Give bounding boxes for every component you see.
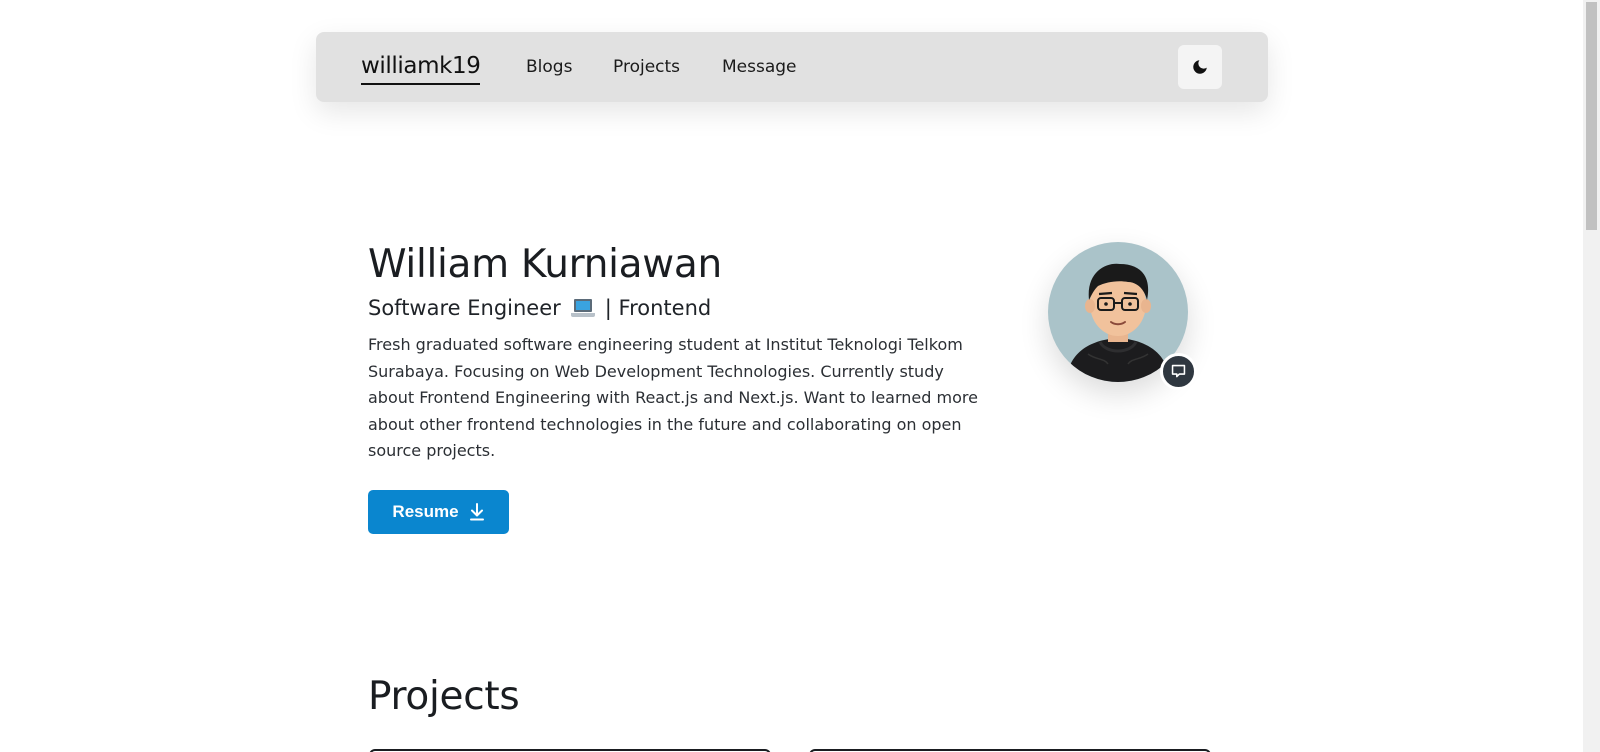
avatar-container (1048, 242, 1197, 390)
vertical-scrollbar[interactable] (1583, 0, 1600, 752)
navbar: williamk19 Blogs Projects Message (316, 32, 1268, 102)
hero-subtitle-focus: | Frontend (604, 296, 712, 320)
hero-name: William Kurniawan (368, 242, 722, 287)
download-icon (469, 503, 484, 521)
scrollbar-thumb[interactable] (1586, 2, 1597, 230)
nav-link-message[interactable]: Message (722, 56, 797, 78)
nav-link-blogs[interactable]: Blogs (526, 56, 572, 78)
hero-subtitle-role: Software Engineer (368, 296, 561, 320)
theme-toggle-button[interactable] (1178, 45, 1222, 89)
resume-button-label: Resume (392, 502, 459, 521)
page: williamk19 Blogs Projects Message Willia… (0, 0, 1600, 752)
brand-link[interactable]: williamk19 (361, 52, 481, 85)
hero-subtitle: Software Engineer | Frontend (368, 294, 711, 322)
projects-heading: Projects (368, 674, 520, 719)
laptop-icon (570, 299, 595, 317)
chat-button[interactable] (1160, 353, 1197, 390)
hero-description: Fresh graduated software engineering stu… (368, 335, 978, 460)
moon-icon (1193, 60, 1207, 74)
chat-icon (1171, 364, 1186, 378)
nav-link-projects[interactable]: Projects (613, 56, 680, 78)
resume-button[interactable]: Resume (368, 490, 509, 534)
